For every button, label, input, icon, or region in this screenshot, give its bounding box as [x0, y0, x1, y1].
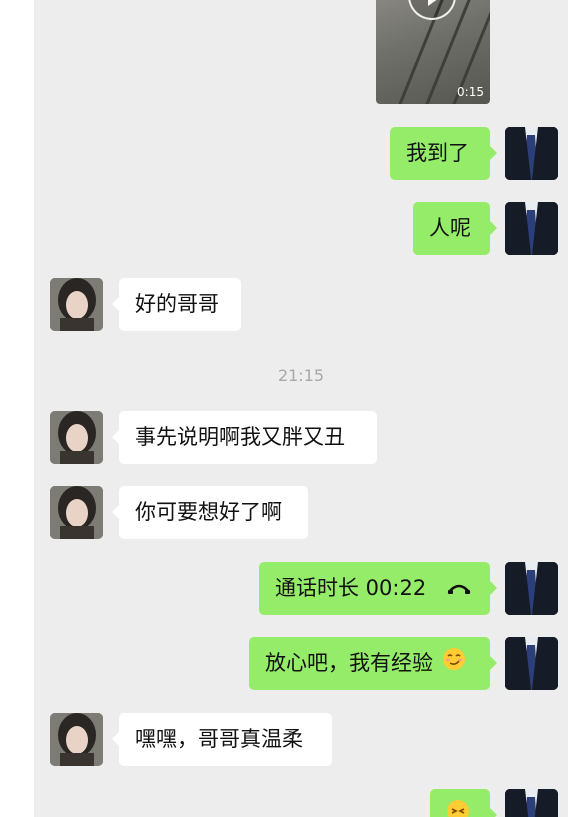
video-duration: 0:15	[457, 85, 484, 99]
message-bubble[interactable]: 放心吧，我有经验	[249, 637, 497, 691]
chat-timestamp: 21:15	[277, 366, 325, 385]
suit-avatar-icon	[505, 562, 558, 615]
message-text: 好的哥哥	[135, 292, 219, 316]
message-text: 你可要想好了啊	[135, 500, 282, 524]
message-text: 我到了	[406, 141, 469, 165]
message-text: 放心吧，我有经验	[265, 651, 433, 675]
my-avatar[interactable]	[505, 127, 558, 180]
chat-area: 0:15 我到了 人呢 好的哥哥 21:15 事先说明啊我又胖又丑 你可要想好了…	[34, 0, 568, 817]
message-bubble[interactable]: 你可要想好了啊	[112, 486, 308, 539]
smirk-emoji-icon	[442, 638, 466, 691]
message-bubble[interactable]: 嘿嘿，哥哥真温柔	[112, 713, 332, 766]
girl-avatar-icon	[50, 411, 103, 464]
girl-avatar-icon	[50, 713, 103, 766]
suit-avatar-icon	[505, 127, 558, 180]
message-bubble[interactable]: 事先说明啊我又胖又丑	[112, 411, 377, 464]
girl-avatar-icon	[50, 486, 103, 539]
my-avatar[interactable]	[505, 562, 558, 615]
emoji-message-bubble[interactable]	[430, 789, 497, 817]
play-icon[interactable]	[408, 0, 456, 20]
call-record-bubble[interactable]: 通话时长 00:22	[259, 562, 497, 616]
contact-avatar[interactable]	[50, 411, 103, 464]
video-message[interactable]: 0:15	[376, 0, 490, 104]
message-bubble[interactable]: 人呢	[413, 202, 497, 255]
my-avatar[interactable]	[505, 202, 558, 255]
message-text: 通话时长 00:22	[275, 576, 427, 600]
my-avatar[interactable]	[505, 789, 558, 817]
my-avatar[interactable]	[505, 637, 558, 690]
message-text: 人呢	[429, 216, 471, 240]
message-text: 嘿嘿，哥哥真温柔	[135, 727, 303, 751]
suit-avatar-icon	[505, 637, 558, 690]
contact-avatar[interactable]	[50, 713, 103, 766]
emoji-icon	[446, 790, 470, 817]
suit-avatar-icon	[505, 202, 558, 255]
message-bubble[interactable]: 好的哥哥	[112, 278, 241, 331]
message-text: 事先说明啊我又胖又丑	[135, 425, 345, 449]
contact-avatar[interactable]	[50, 278, 103, 331]
girl-avatar-icon	[50, 278, 103, 331]
phone-hangup-icon	[447, 563, 471, 616]
suit-avatar-icon	[505, 789, 558, 817]
message-bubble[interactable]: 我到了	[390, 127, 497, 180]
contact-avatar[interactable]	[50, 486, 103, 539]
